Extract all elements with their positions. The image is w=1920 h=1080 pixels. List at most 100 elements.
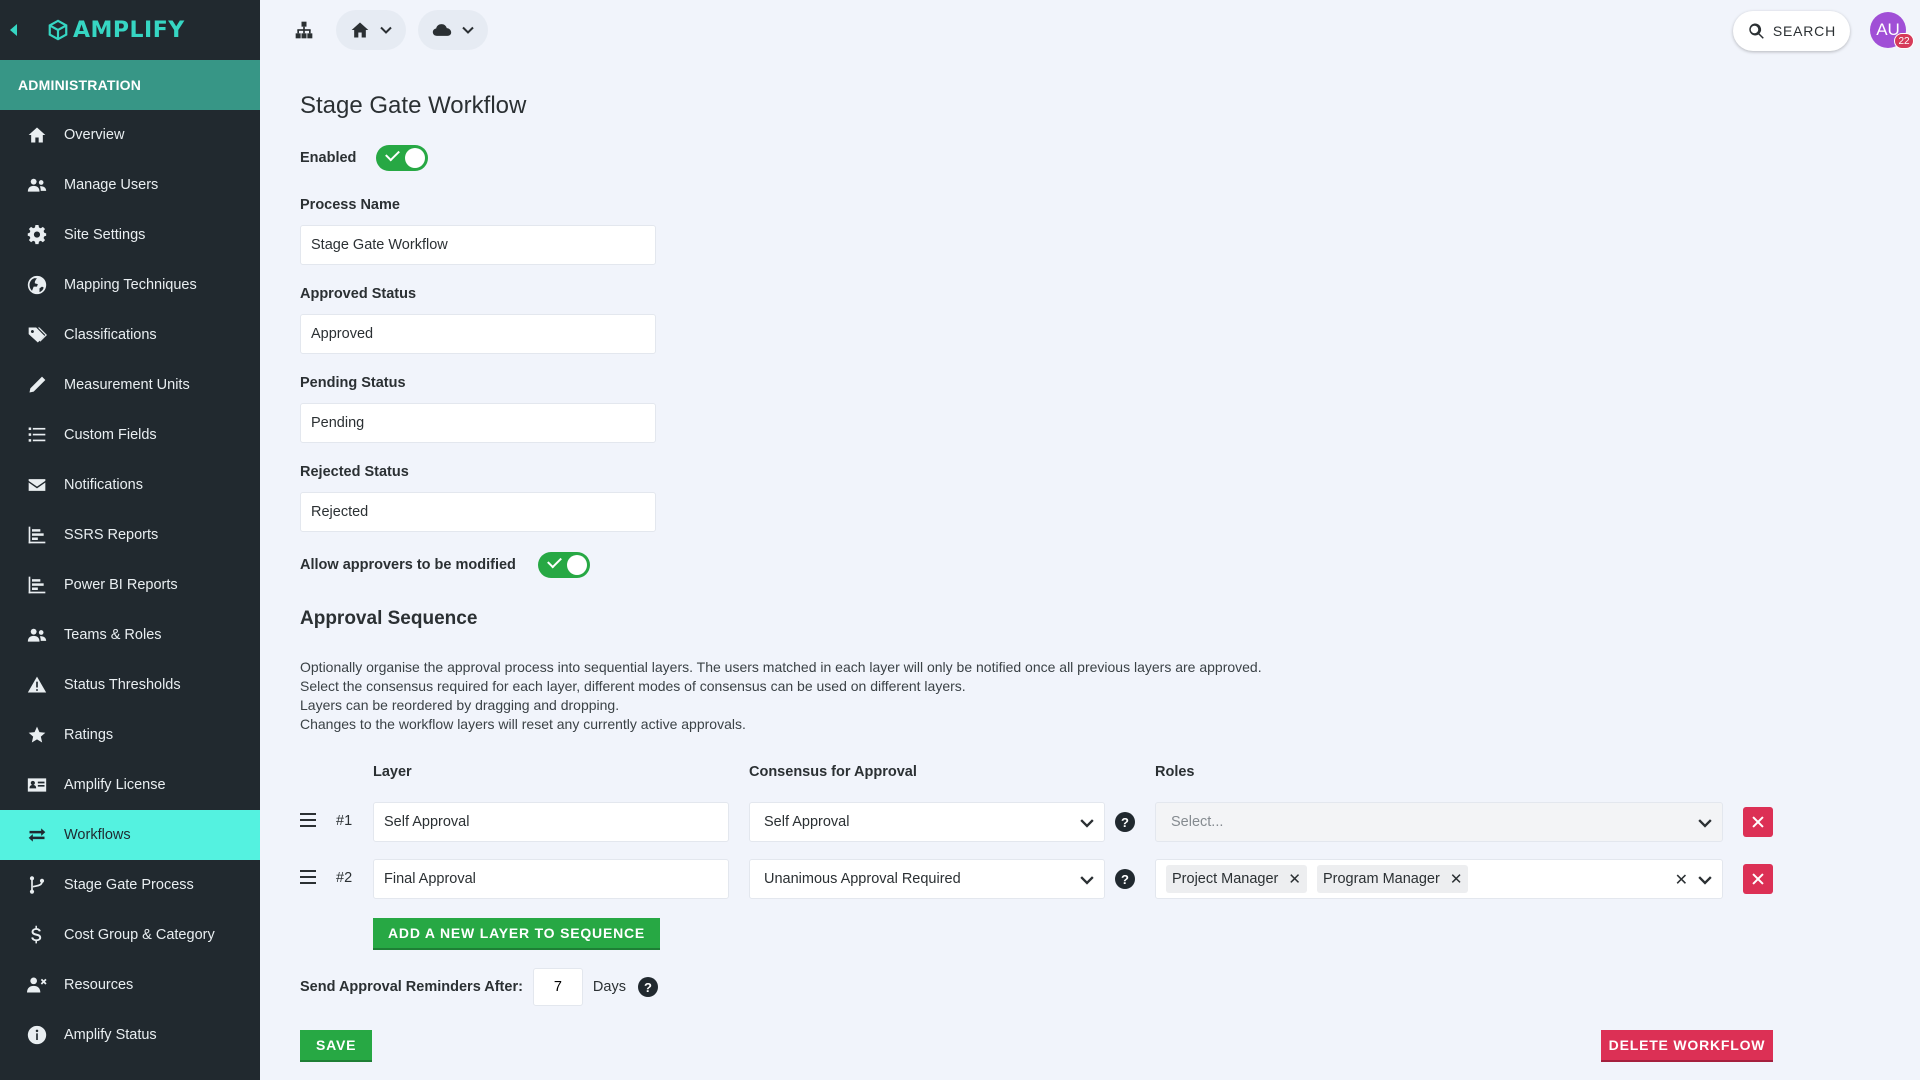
- reminder-days-input[interactable]: [532, 968, 583, 1006]
- dollar-icon: [26, 924, 48, 946]
- reminder-label: Send Approval Reminders After:: [300, 979, 523, 995]
- id-card-icon: [26, 774, 48, 796]
- pending-status-input[interactable]: [300, 403, 656, 443]
- role-chip: Project Manager ✕: [1166, 865, 1307, 893]
- column-header-roles: Roles: [1155, 764, 1195, 780]
- roles-placeholder: Select...: [1171, 814, 1224, 830]
- save-button[interactable]: SAVE: [300, 1030, 373, 1062]
- help-icon[interactable]: ?: [1115, 869, 1135, 889]
- allow-modify-toggle[interactable]: [537, 552, 590, 578]
- consensus-select[interactable]: Unanimous Approval Required: [749, 859, 1105, 899]
- role-chip-label: Project Manager: [1172, 871, 1279, 887]
- sidebar-item-teams-and-roles[interactable]: Teams & Roles: [0, 610, 260, 660]
- consensus-value: Self Approval: [764, 814, 850, 830]
- roles-select[interactable]: Project Manager ✕ Program Manager ✕ ✕: [1155, 859, 1723, 899]
- envelope-icon: [26, 474, 48, 496]
- consensus-select[interactable]: Self Approval: [749, 802, 1105, 842]
- layer-row: #2 Unanimous Approval Required ? Project…: [300, 858, 1780, 900]
- sidebar-item-ssrs-reports[interactable]: SSRS Reports: [0, 510, 260, 560]
- approved-status-input[interactable]: [300, 314, 656, 354]
- delete-layer-button[interactable]: [1743, 864, 1773, 894]
- description-line: Layers can be reordered by dragging and …: [300, 697, 620, 713]
- rejected-status-input[interactable]: [300, 492, 656, 532]
- sidebar-item-label: Stage Gate Process: [64, 877, 194, 893]
- sidebar-item-label: Amplify Status: [64, 1027, 157, 1043]
- sidebar-item-cost-group-and-category[interactable]: Cost Group & Category: [0, 910, 260, 960]
- help-icon[interactable]: ?: [637, 977, 658, 997]
- sidebar-item-classifications[interactable]: Classifications: [0, 310, 260, 360]
- search-label: SEARCH: [1772, 23, 1836, 39]
- search-icon: [1749, 23, 1764, 39]
- ruler-icon: [26, 374, 48, 396]
- add-layer-button[interactable]: ADD A NEW LAYER TO SEQUENCE: [373, 918, 661, 950]
- delete-layer-button[interactable]: [1743, 807, 1773, 837]
- users-icon: [26, 174, 48, 196]
- sidebar-item-measurement-units[interactable]: Measurement Units: [0, 360, 260, 410]
- sidebar-item-label: Amplify License: [64, 777, 166, 793]
- chevron-down-icon: [1080, 876, 1094, 885]
- sitemap-button[interactable]: [284, 10, 324, 50]
- arrows-exchange-icon: [26, 824, 48, 846]
- layer-row: #1 Self Approval ? Select...: [300, 801, 1780, 843]
- sidebar-item-amplify-license[interactable]: Amplify License: [0, 760, 260, 810]
- remove-role-icon[interactable]: ✕: [1288, 870, 1301, 888]
- home-icon: [26, 124, 48, 146]
- sidebar-item-power-bi-reports[interactable]: Power BI Reports: [0, 560, 260, 610]
- collapse-sidebar-icon[interactable]: [10, 24, 17, 36]
- sidebar-item-label: Manage Users: [64, 177, 159, 193]
- sidebar-item-manage-users[interactable]: Manage Users: [0, 160, 260, 210]
- description-line: Changes to the workflow layers will rese…: [300, 716, 746, 732]
- sidebar-item-label: Teams & Roles: [64, 627, 162, 643]
- remove-role-icon[interactable]: ✕: [1450, 870, 1463, 888]
- sidebar-item-ratings[interactable]: Ratings: [0, 710, 260, 760]
- search-button[interactable]: SEARCH: [1732, 11, 1850, 51]
- process-name-input[interactable]: [300, 225, 656, 265]
- sidebar-item-stage-gate-process[interactable]: Stage Gate Process: [0, 860, 260, 910]
- sidebar-item-label: Mapping Techniques: [64, 277, 197, 293]
- sidebar-item-label: Status Thresholds: [64, 677, 181, 693]
- sidebar-item-resources[interactable]: Resources: [0, 960, 260, 1010]
- roles-select[interactable]: Select...: [1155, 802, 1723, 842]
- user-remove-icon: [26, 974, 48, 996]
- enabled-toggle[interactable]: [376, 145, 429, 171]
- chevron-down-icon: [380, 26, 392, 34]
- page-title: Stage Gate Workflow: [300, 92, 527, 119]
- drag-handle-icon[interactable]: [300, 870, 316, 886]
- sidebar-item-site-settings[interactable]: Site Settings: [0, 210, 260, 260]
- process-name-label: Process Name: [300, 197, 400, 213]
- info-icon: [26, 1024, 48, 1046]
- layer-name-input[interactable]: [373, 802, 729, 842]
- clear-roles-icon[interactable]: ✕: [1675, 870, 1688, 890]
- sidebar-item-mapping-techniques[interactable]: Mapping Techniques: [0, 260, 260, 310]
- home-menu-button[interactable]: [336, 10, 406, 50]
- column-header-consensus: Consensus for Approval: [749, 764, 917, 780]
- sidebar-item-label: Notifications: [64, 477, 143, 493]
- sidebar: AMPLIFY Administration Overview Manage Us…: [0, 0, 260, 1080]
- layer-number: #2: [336, 870, 353, 886]
- cloud-icon: [432, 24, 452, 36]
- notification-badge: 22: [1894, 33, 1914, 49]
- chevron-down-icon: [1080, 819, 1094, 828]
- list-icon: [26, 424, 48, 446]
- sidebar-item-custom-fields[interactable]: Custom Fields: [0, 410, 260, 460]
- chevron-down-icon: [1698, 819, 1712, 828]
- sidebar-item-amplify-status[interactable]: Amplify Status: [0, 1010, 260, 1060]
- help-icon[interactable]: ?: [1115, 812, 1135, 832]
- star-icon: [26, 724, 48, 746]
- drag-handle-icon[interactable]: [300, 813, 316, 829]
- reminder-unit: Days: [592, 979, 626, 995]
- sidebar-item-workflows[interactable]: Workflows: [0, 810, 260, 860]
- sidebar-item-status-thresholds[interactable]: Status Thresholds: [0, 660, 260, 710]
- cloud-menu-button[interactable]: [418, 10, 488, 50]
- sidebar-item-label: Resources: [64, 977, 134, 993]
- users-icon: [26, 624, 48, 646]
- reminder-row: Send Approval Reminders After: Days ?: [300, 968, 658, 1006]
- sidebar-item-label: Classifications: [64, 327, 157, 343]
- delete-workflow-button[interactable]: DELETE WORKFLOW: [1601, 1030, 1773, 1062]
- sidebar-item-overview[interactable]: Overview: [0, 110, 260, 160]
- topbar: SEARCH AU 22: [260, 0, 1920, 60]
- approval-sequence-description: Optionally organise the approval process…: [300, 658, 1262, 734]
- sidebar-item-notifications[interactable]: Notifications: [0, 460, 260, 510]
- layer-name-input[interactable]: [373, 859, 729, 899]
- sidebar-section-administration[interactable]: Administration: [0, 60, 260, 110]
